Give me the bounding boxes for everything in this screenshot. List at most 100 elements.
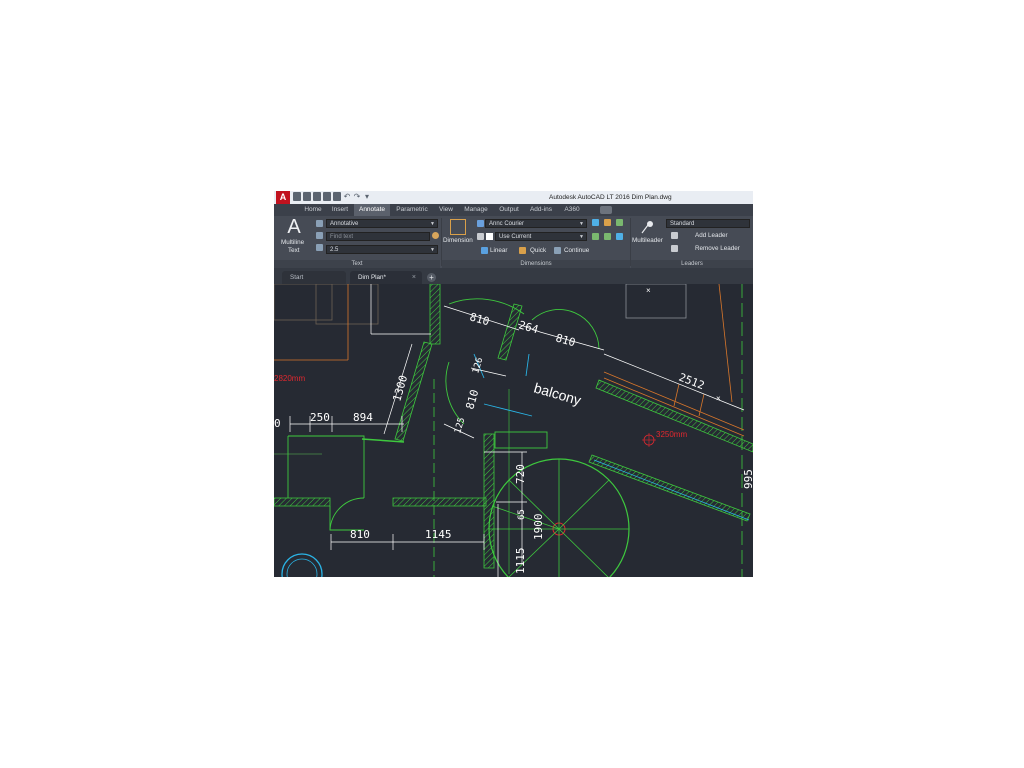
dimension-label[interactable]: 810 bbox=[468, 310, 491, 328]
dimension-label[interactable]: 1900 bbox=[532, 514, 545, 541]
tab-view[interactable]: View bbox=[435, 204, 457, 216]
tab-parametric[interactable]: Parametric bbox=[392, 204, 432, 216]
dimension-label[interactable]: 0 bbox=[274, 417, 281, 430]
continue-icon[interactable] bbox=[554, 247, 561, 254]
cyan-line bbox=[525, 353, 530, 377]
dimension-label[interactable]: 1115 bbox=[514, 548, 527, 575]
text-height-dropdown[interactable]: 2.5 ▼ bbox=[326, 245, 438, 254]
leader-style-dropdown[interactable]: Standard bbox=[666, 219, 750, 228]
multileader-icon[interactable] bbox=[640, 220, 654, 234]
dimension-label[interactable]: 810 bbox=[554, 331, 577, 349]
tab-manage[interactable]: Manage bbox=[460, 204, 492, 216]
multileader-graphic bbox=[641, 221, 653, 234]
quick-label[interactable]: Quick bbox=[530, 246, 546, 255]
chevron-down-icon[interactable]: ▾ bbox=[363, 192, 371, 201]
dimension-tool-icon[interactable] bbox=[592, 233, 599, 240]
drawing-canvas[interactable]: 810 264 810 2512 1300 126 810 250 894 0 … bbox=[274, 284, 753, 577]
leader-style-value: Standard bbox=[670, 221, 695, 227]
tab-a360[interactable]: A360 bbox=[559, 204, 585, 216]
tab-home[interactable]: Home bbox=[300, 204, 326, 216]
text-style-icon[interactable] bbox=[316, 232, 323, 239]
open-file-icon[interactable] bbox=[303, 192, 311, 201]
linear-label[interactable]: Linear bbox=[490, 246, 508, 255]
text-style-dropdown[interactable]: Annotative ▼ bbox=[326, 219, 438, 228]
dimension-label[interactable]: 264 bbox=[517, 318, 540, 336]
dimension-tool-icon[interactable] bbox=[616, 233, 623, 240]
dim-style-value: Annc Courier bbox=[489, 221, 525, 227]
text-height-icon[interactable] bbox=[316, 244, 323, 251]
check-spelling-icon[interactable] bbox=[316, 220, 323, 227]
panel-divider bbox=[441, 218, 442, 266]
save-icon[interactable] bbox=[313, 192, 321, 201]
redo-icon[interactable]: ↷ bbox=[353, 192, 361, 201]
stair-landing bbox=[494, 431, 548, 449]
autocad-logo-icon[interactable]: A bbox=[276, 191, 290, 204]
area-label[interactable]: 3250mm bbox=[656, 430, 687, 439]
text-panel-title[interactable]: Text bbox=[274, 260, 440, 268]
dimension-label[interactable]: Dimension bbox=[443, 236, 473, 245]
find-text-placeholder: Find text bbox=[330, 234, 354, 240]
save-as-icon[interactable] bbox=[323, 192, 331, 201]
chevron-down-icon: ▼ bbox=[579, 221, 584, 227]
add-leader-icon[interactable] bbox=[671, 232, 678, 239]
dimension-icon[interactable] bbox=[450, 219, 466, 235]
dim-layer-dropdown[interactable]: Use Current ▼ bbox=[495, 232, 587, 241]
dimension-label[interactable]: 720 bbox=[514, 464, 527, 484]
multiline-text-label[interactable]: Text bbox=[288, 246, 300, 255]
dim-style-dropdown[interactable]: Annc Courier ▼ bbox=[485, 219, 587, 228]
panel-divider bbox=[630, 218, 631, 266]
close-icon[interactable]: × bbox=[412, 271, 416, 284]
tab-add-ins[interactable]: Add-ins bbox=[526, 204, 556, 216]
new-file-icon[interactable] bbox=[293, 192, 301, 201]
remove-leader-icon[interactable] bbox=[671, 245, 678, 252]
quick-dimension-icon[interactable] bbox=[519, 247, 526, 254]
add-leader-label[interactable]: Add Leader bbox=[695, 231, 728, 240]
dimension-label[interactable]: 894 bbox=[353, 411, 373, 424]
ribbon: A Multiline Text Annotative ▼ Find text 2… bbox=[274, 216, 753, 268]
multileader-label[interactable]: Multileader bbox=[632, 236, 663, 245]
dimension-label[interactable]: 1145 bbox=[425, 528, 452, 541]
continue-label[interactable]: Continue bbox=[564, 246, 589, 255]
orange-line bbox=[603, 371, 745, 431]
undo-icon[interactable]: ↶ bbox=[343, 192, 351, 201]
dimension-tool-icon[interactable] bbox=[592, 219, 599, 226]
linear-icon[interactable] bbox=[481, 247, 488, 254]
area-label[interactable]: 2820mm bbox=[274, 374, 305, 383]
room-outline bbox=[329, 506, 364, 531]
ribbon-tabs: Home Insert Annotate Parametric View Man… bbox=[274, 204, 753, 216]
remove-leader-label[interactable]: Remove Leader bbox=[695, 244, 740, 253]
multiline-text-icon[interactable]: A bbox=[286, 216, 302, 238]
document-tab-bar: Start Dim Plan* × + bbox=[274, 268, 753, 284]
tab-start[interactable]: Start bbox=[282, 271, 346, 284]
dimension-label[interactable]: 65 bbox=[517, 509, 527, 520]
find-icon[interactable] bbox=[432, 232, 439, 239]
print-icon[interactable] bbox=[333, 192, 341, 201]
dimension-tool-icon[interactable] bbox=[604, 233, 611, 240]
dimension-label[interactable]: 250 bbox=[310, 411, 330, 424]
dimension-tool-icon[interactable] bbox=[604, 219, 611, 226]
dimension-label[interactable]: 995 bbox=[742, 469, 753, 489]
video-icon[interactable] bbox=[600, 206, 612, 214]
dimension-label[interactable]: 810 bbox=[463, 388, 481, 411]
dimension-label[interactable]: 810 bbox=[350, 528, 370, 541]
room-outline bbox=[315, 284, 379, 325]
dim-style-icon[interactable] bbox=[477, 220, 484, 227]
room-label[interactable]: balcony bbox=[532, 380, 583, 409]
dimension-label[interactable]: 126 bbox=[471, 356, 485, 374]
leaders-panel-title[interactable]: Leaders bbox=[631, 260, 753, 268]
find-text-input[interactable]: Find text bbox=[326, 232, 430, 241]
dimension-label[interactable]: 125 bbox=[453, 416, 467, 434]
wall bbox=[595, 379, 753, 453]
dimension-tool-icon[interactable] bbox=[616, 219, 623, 226]
dim-layer-icon[interactable] bbox=[477, 233, 484, 240]
title-bar: A ↶ ↷ ▾ Autodesk AutoCAD LT 2016 Dim Pla… bbox=[274, 191, 753, 204]
tab-dim-plan[interactable]: Dim Plan* × bbox=[350, 271, 422, 284]
tab-annotate[interactable]: Annotate bbox=[354, 204, 390, 216]
door-swing bbox=[445, 361, 465, 425]
tab-output[interactable]: Output bbox=[495, 204, 523, 216]
column-circle bbox=[286, 558, 318, 577]
new-tab-plus-icon[interactable]: + bbox=[427, 273, 436, 282]
fixture-outline bbox=[625, 284, 687, 319]
tab-insert[interactable]: Insert bbox=[328, 204, 352, 216]
dimensions-panel-title[interactable]: Dimensions bbox=[442, 260, 630, 268]
